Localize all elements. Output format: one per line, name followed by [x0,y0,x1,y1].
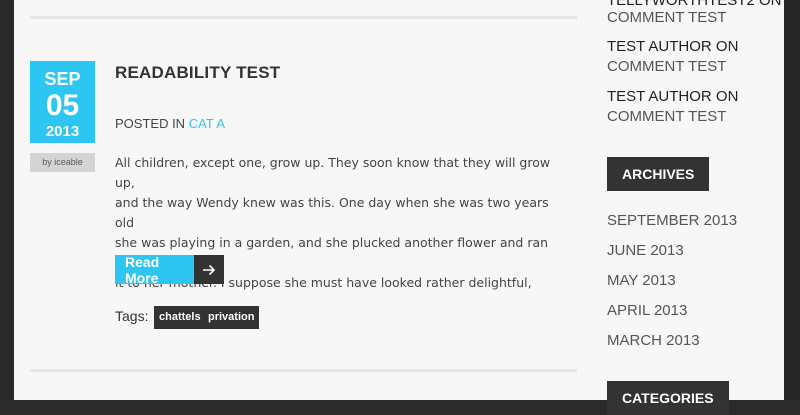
excerpt-line: and the way Wendy knew was this. One day… [115,195,549,230]
excerpt-line: All children, except one, grow up. They … [115,155,551,190]
categories-widget-title: CATEGORIES [607,381,729,415]
tags-label: Tags: [115,308,149,324]
recent-comment-author[interactable]: TEST AUTHOR ON [607,37,738,57]
post-separator-bottom [30,369,577,372]
post-title[interactable]: READABILITY TEST [115,63,280,83]
left-background-edge [0,0,14,400]
comment-author[interactable]: TEST AUTHOR [607,88,712,105]
post-date-badge: SEP 05 2013 [30,61,95,143]
comment-on: ON [715,38,739,55]
recent-comment-post-link[interactable]: COMMENT TEST [607,57,726,77]
tag-privation[interactable]: privation [203,306,260,329]
archives-widget-title: ARCHIVES [607,157,710,191]
recent-comment-post-link[interactable]: COMMENT TEST [607,107,726,127]
post-date-year: 2013 [45,123,80,140]
recent-comment-author[interactable]: TEST AUTHOR ON [607,87,738,107]
post-separator-top [30,16,577,19]
post-author-byline[interactable]: by iceable [30,153,95,172]
comment-on: ON [715,88,739,105]
read-more-label: Read More [115,254,194,286]
read-more-button[interactable]: Read More [115,254,224,286]
recent-comment-post-link[interactable]: COMMENT TEST [607,8,726,28]
content-page: SEP 05 2013 by iceable READABILITY TEST … [14,0,784,415]
archive-link[interactable]: MAY 2013 [607,272,676,289]
comment-author[interactable]: TEST AUTHOR [607,38,712,55]
post-date-month: SEP [44,69,81,89]
archive-link[interactable]: MARCH 2013 [607,332,700,349]
post-meta-prefix: POSTED IN [115,116,186,131]
right-background-edge [784,0,800,400]
post-category-link[interactable]: CAT A [189,116,225,131]
archive-link[interactable]: APRIL 2013 [607,302,687,319]
tag-chattels[interactable]: chattels [154,306,206,329]
post-meta: POSTED IN CAT A [115,116,225,131]
comment-on: ON [758,0,782,9]
post-date-day: 05 [45,89,80,122]
arrow-right-icon [194,255,224,284]
archive-link[interactable]: SEPTEMBER 2013 [607,212,737,229]
archive-link[interactable]: JUNE 2013 [607,242,684,259]
